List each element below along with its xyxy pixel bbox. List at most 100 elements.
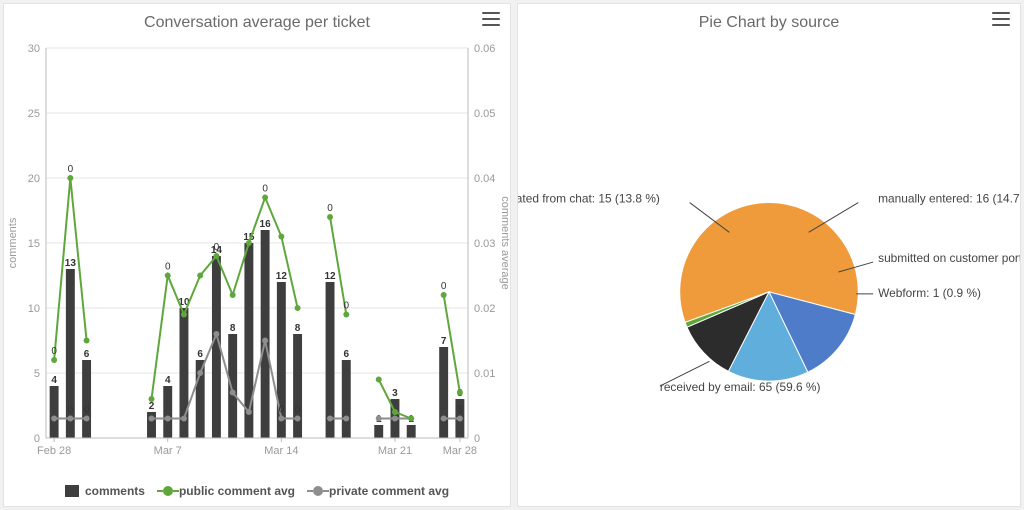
data-point[interactable] <box>408 416 414 422</box>
combo-legend: comments public comment avg private comm… <box>4 478 510 506</box>
pie-chart: received by email: 65 (59.6 %)created fr… <box>518 38 1020 506</box>
svg-text:0: 0 <box>279 405 285 416</box>
svg-text:4: 4 <box>165 375 171 386</box>
svg-text:7: 7 <box>441 336 447 347</box>
legend-swatch-bar <box>65 485 79 497</box>
panel-header: Pie Chart by source <box>518 4 1020 38</box>
bar[interactable] <box>342 360 351 438</box>
svg-text:0: 0 <box>327 203 333 214</box>
svg-text:3: 3 <box>392 388 398 399</box>
data-point[interactable] <box>392 416 398 422</box>
legend-label-bar: comments <box>85 484 145 498</box>
data-point[interactable] <box>230 390 236 396</box>
svg-text:0: 0 <box>68 164 74 175</box>
data-point[interactable] <box>67 175 73 181</box>
data-point[interactable] <box>213 331 219 337</box>
combo-chart-svg: 05101520253000.010.020.030.040.050.06com… <box>4 38 510 468</box>
legend-item-grey: private comment avg <box>313 484 449 498</box>
bar[interactable] <box>374 425 383 438</box>
panel-pie-source: Pie Chart by source received by email: 6… <box>517 3 1021 507</box>
data-point[interactable] <box>230 292 236 298</box>
bar[interactable] <box>407 425 416 438</box>
svg-text:8: 8 <box>295 323 301 334</box>
bar[interactable] <box>326 282 335 438</box>
data-point[interactable] <box>246 240 252 246</box>
data-point[interactable] <box>327 214 333 220</box>
svg-text:Mar 14: Mar 14 <box>264 445 298 457</box>
svg-text:16: 16 <box>260 219 272 230</box>
panel-header: Conversation average per ticket <box>4 4 510 38</box>
pie-label: manually entered: 16 (14.7 %) <box>878 192 1020 206</box>
data-point[interactable] <box>213 253 219 259</box>
data-point[interactable] <box>84 416 90 422</box>
svg-text:4: 4 <box>51 375 57 386</box>
data-point[interactable] <box>441 416 447 422</box>
data-point[interactable] <box>197 273 203 279</box>
svg-text:8: 8 <box>230 323 236 334</box>
svg-text:0.05: 0.05 <box>474 108 495 120</box>
data-point[interactable] <box>67 416 73 422</box>
svg-text:6: 6 <box>343 349 349 360</box>
data-point[interactable] <box>181 312 187 318</box>
dashboard-container: Conversation average per ticket 05101520… <box>0 0 1024 510</box>
svg-text:0: 0 <box>343 301 349 312</box>
svg-text:0.01: 0.01 <box>474 368 495 380</box>
data-point[interactable] <box>327 416 333 422</box>
data-point[interactable] <box>457 390 463 396</box>
svg-text:0.02: 0.02 <box>474 303 495 315</box>
bar[interactable] <box>228 334 237 438</box>
bar[interactable] <box>293 334 302 438</box>
data-point[interactable] <box>376 416 382 422</box>
legend-label-green: public comment avg <box>179 484 295 498</box>
data-point[interactable] <box>197 370 203 376</box>
menu-icon[interactable] <box>482 12 500 26</box>
svg-text:comments average: comments average <box>499 196 510 290</box>
svg-text:0.03: 0.03 <box>474 238 495 250</box>
svg-text:Mar 21: Mar 21 <box>378 445 412 457</box>
svg-text:30: 30 <box>28 43 40 55</box>
data-point[interactable] <box>165 416 171 422</box>
data-point[interactable] <box>278 416 284 422</box>
data-point[interactable] <box>165 273 171 279</box>
data-point[interactable] <box>262 195 268 201</box>
svg-text:20: 20 <box>28 173 40 185</box>
legend-label-grey: private comment avg <box>329 484 449 498</box>
data-point[interactable] <box>295 305 301 311</box>
data-point[interactable] <box>376 377 382 383</box>
data-point[interactable] <box>51 416 57 422</box>
data-point[interactable] <box>84 338 90 344</box>
svg-text:0: 0 <box>68 405 74 416</box>
bar[interactable] <box>50 386 59 438</box>
bar[interactable] <box>439 347 448 438</box>
bar[interactable] <box>261 230 270 438</box>
svg-text:0: 0 <box>84 405 90 416</box>
data-point[interactable] <box>149 396 155 402</box>
data-point[interactable] <box>343 312 349 318</box>
data-point[interactable] <box>441 292 447 298</box>
svg-text:12: 12 <box>324 271 336 282</box>
data-point[interactable] <box>246 409 252 415</box>
data-point[interactable] <box>457 416 463 422</box>
combo-chart: 05101520253000.010.020.030.040.050.06com… <box>4 38 510 478</box>
data-point[interactable] <box>51 357 57 363</box>
pie-label: received by email: 65 (59.6 %) <box>660 380 821 394</box>
svg-text:0: 0 <box>474 433 480 445</box>
svg-text:12: 12 <box>276 271 288 282</box>
data-point[interactable] <box>343 416 349 422</box>
svg-text:0: 0 <box>441 281 447 292</box>
data-point[interactable] <box>295 416 301 422</box>
svg-text:5: 5 <box>34 368 40 380</box>
data-point[interactable] <box>262 338 268 344</box>
menu-icon[interactable] <box>992 12 1010 26</box>
svg-text:0.04: 0.04 <box>474 173 495 185</box>
bar[interactable] <box>163 386 172 438</box>
data-point[interactable] <box>392 409 398 415</box>
data-point[interactable] <box>181 416 187 422</box>
svg-text:comments: comments <box>7 217 19 268</box>
panel-title: Conversation average per ticket <box>144 14 370 32</box>
legend-item-bar: comments <box>65 484 145 498</box>
bar[interactable] <box>82 360 91 438</box>
data-point[interactable] <box>149 416 155 422</box>
svg-text:0: 0 <box>34 433 40 445</box>
data-point[interactable] <box>278 234 284 240</box>
